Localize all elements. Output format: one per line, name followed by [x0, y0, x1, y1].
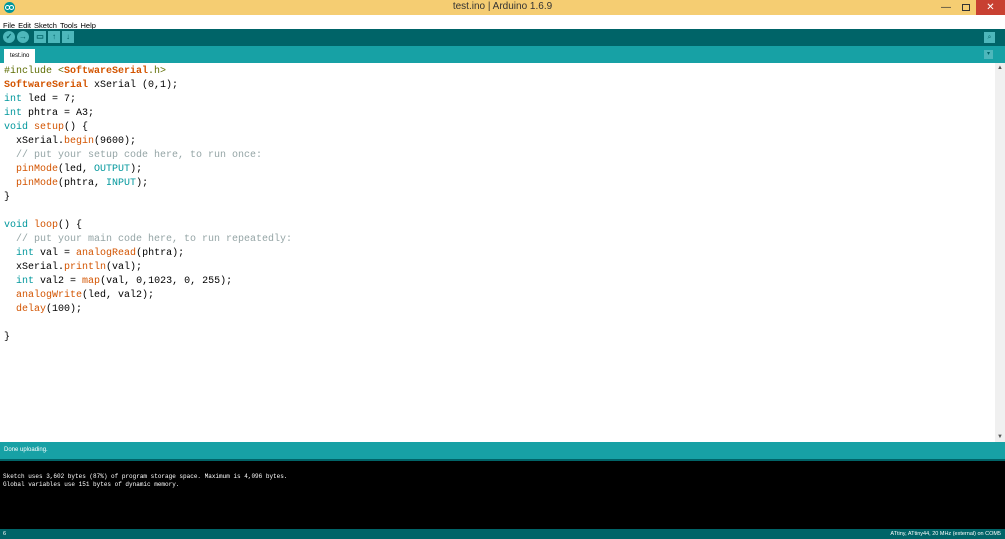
title-bar: test.ino | Arduino 1.6.9 — ✕ — [0, 0, 1005, 15]
verify-button[interactable]: ✓ — [3, 31, 15, 43]
tab-menu-button[interactable]: ▾ — [984, 50, 993, 59]
console-line-1: Sketch uses 3,602 bytes (87%) of program… — [3, 473, 288, 480]
serial-monitor-button[interactable]: ⌕ — [984, 32, 995, 43]
code-line-6: xSerial.begin(9600); — [4, 136, 137, 147]
code-line-7: // put your setup code here, to run once… — [4, 150, 263, 161]
window-title: test.ino | Arduino 1.6.9 — [452, 1, 553, 12]
code-line-18: delay(100); — [16, 304, 83, 315]
status-strip: Done uploading. — [0, 442, 1005, 459]
code-line-10: } — [4, 192, 11, 203]
code-line-1: #include <SoftwareSerial.h> — [4, 66, 167, 77]
editor-scrollbar[interactable]: ▲ ▼ — [995, 63, 1005, 442]
menu-bar: File Edit Sketch Tools Help — [0, 15, 1005, 30]
line-number: 6 — [3, 531, 7, 537]
code-line-9: pinMode(phtra, INPUT); — [16, 178, 149, 189]
code-line-3: int led = 7; — [4, 94, 77, 105]
console-line-2: Global variables use 151 bytes of dynami… — [3, 481, 180, 488]
close-button[interactable]: ✕ — [976, 0, 1005, 15]
maximize-icon — [962, 4, 970, 11]
code-editor[interactable]: #include <SoftwareSerial.h> SoftwareSeri… — [0, 63, 995, 442]
minimize-button[interactable]: — — [936, 0, 956, 15]
board-info: ATtiny, ATtiny44, 20 MHz (external) on C… — [890, 531, 1001, 537]
upload-button[interactable]: → — [17, 31, 29, 43]
bottom-status-bar: 6 ATtiny, ATtiny44, 20 MHz (external) on… — [0, 529, 1005, 539]
code-line-8: pinMode(led, OUTPUT); — [16, 164, 143, 175]
tab-test-ino[interactable]: test.ino — [4, 49, 36, 63]
tab-bar: test.ino ▾ — [0, 46, 1005, 63]
new-sketch-button[interactable]: ▭ — [34, 31, 46, 43]
code-line-15: xSerial.println(val); — [4, 262, 143, 273]
status-message: Done uploading. — [4, 447, 48, 453]
code-line-12: void loop() { — [4, 220, 83, 231]
code-line-13: // put your main code here, to run repea… — [4, 234, 293, 245]
save-sketch-button[interactable]: ↓ — [62, 31, 74, 43]
code-line-5: void setup() { — [4, 122, 89, 133]
code-line-2: SoftwareSerial xSerial (0,1); — [4, 80, 179, 91]
maximize-button[interactable] — [956, 0, 976, 15]
scroll-up-icon[interactable]: ▲ — [995, 63, 1005, 73]
code-line-4: int phtra = A3; — [4, 108, 95, 119]
code-line-16: int val2 = map(val, 0,1023, 0, 255); — [16, 276, 233, 287]
code-line-20: } — [4, 332, 11, 343]
code-line-17: analogWrite(led, val2); — [16, 290, 155, 301]
code-line-14: int val = analogRead(phtra); — [16, 248, 185, 259]
scroll-down-icon[interactable]: ▼ — [995, 432, 1005, 442]
console-output[interactable]: Sketch uses 3,602 bytes (87%) of program… — [0, 461, 1005, 529]
toolbar: ✓ → ▭ ↑ ↓ ⌕ — [0, 29, 1005, 46]
open-sketch-button[interactable]: ↑ — [48, 31, 60, 43]
